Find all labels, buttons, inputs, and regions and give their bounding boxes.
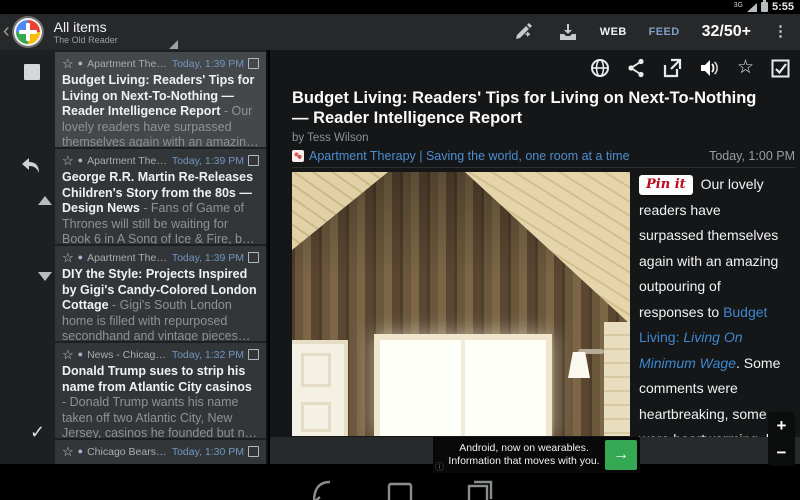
view-mode-web-button[interactable]: WEB [600, 26, 627, 38]
article-timestamp: Today, 1:00 PM [709, 149, 795, 163]
star-icon[interactable]: ☆ [737, 58, 754, 77]
mark-all-read-icon[interactable]: ✓ [30, 422, 45, 443]
feed-selector[interactable]: All items The Old Reader [53, 18, 178, 49]
item-feed-name: News - Chicago Tribune [87, 348, 168, 361]
feed-row: Apartment Therapy | Saving the world, on… [292, 149, 795, 168]
item-summary: George R.R. Martin Re-Releases Children'… [62, 170, 254, 244]
article-list: ☆ ● Apartment Therapy | Saving t... Toda… [55, 50, 268, 464]
ad-info-icon[interactable]: ⓘ [435, 463, 444, 472]
reading-pane: ☆ Budget Living: Readers' Tips for Livin… [270, 50, 800, 498]
item-timestamp: Today, 1:39 PM [171, 154, 244, 167]
list-item[interactable]: ☆ ● News - Chicago Tribune Today, 1:32 P… [55, 343, 266, 438]
next-article-icon[interactable] [38, 272, 52, 281]
unread-dot-icon: ● [77, 446, 84, 456]
account-subtitle: The Old Reader [53, 34, 118, 45]
app-toolbar: ‹ All items The Old Reader WEB FEED 32/5… [0, 14, 800, 50]
item-checkbox[interactable] [248, 58, 259, 69]
spinner-dropdown-icon [168, 39, 178, 49]
article-byline: by Tess Wilson [292, 132, 369, 144]
page-title: All items [53, 18, 107, 35]
share-nodes-icon[interactable] [627, 58, 645, 78]
select-all-icon[interactable] [24, 64, 40, 80]
arrow-right-icon: → [613, 446, 629, 463]
status-bar: 3G 5:55 [0, 0, 800, 14]
item-timestamp: Today, 1:39 PM [171, 251, 244, 264]
system-nav-bar [0, 464, 800, 500]
overflow-menu-icon[interactable]: ⋮ [773, 24, 788, 39]
mark-previous-read-icon[interactable] [20, 156, 42, 181]
compose-icon[interactable] [514, 22, 536, 42]
star-icon[interactable]: ☆ [62, 57, 74, 70]
article-image[interactable] [292, 172, 630, 436]
star-icon[interactable]: ☆ [62, 154, 74, 167]
feed-favicon [292, 150, 304, 162]
globe-icon[interactable] [590, 58, 610, 78]
zoom-in-button[interactable]: + [768, 412, 795, 439]
unread-dot-icon: ● [77, 58, 84, 68]
item-feed-name: Apartment Therapy | Saving t... [87, 251, 168, 264]
star-icon[interactable]: ☆ [62, 251, 74, 264]
unread-dot-icon: ● [77, 349, 84, 359]
item-summary: DIY the Style: Projects Inspired by Gigi… [62, 267, 257, 341]
speaker-icon[interactable] [699, 58, 720, 78]
export-icon[interactable] [662, 58, 682, 78]
unread-count-button[interactable]: 32/50+ [702, 23, 751, 41]
reading-pane-toolbar: ☆ [270, 50, 800, 86]
view-mode-feed-button[interactable]: FEED [649, 26, 680, 38]
pinterest-button[interactable]: Pin it [639, 175, 693, 195]
star-icon[interactable]: ☆ [62, 348, 74, 361]
app-logo-icon[interactable] [11, 16, 44, 48]
ad-banner[interactable]: ⓘ Android, now on wearables. Information… [433, 437, 640, 473]
feed-link[interactable]: Apartment Therapy | Saving the world, on… [309, 149, 709, 163]
list-item[interactable]: ☆ ● Apartment Therapy | Saving t... Toda… [55, 52, 266, 147]
item-feed-name: Chicago Bears : News [87, 445, 168, 458]
previous-article-icon[interactable] [38, 196, 52, 205]
item-checkbox[interactable] [248, 446, 259, 457]
article-title: Budget Living: Readers' Tips for Living … [292, 89, 757, 127]
action-rail: ✓ [0, 50, 55, 464]
ad-cta-button[interactable]: → [605, 440, 637, 470]
list-item[interactable]: ☆ ● Apartment Therapy | Saving t... Toda… [55, 246, 266, 341]
ad-text: Android, now on wearables. Information t… [448, 442, 600, 467]
item-checkbox[interactable] [248, 252, 259, 263]
item-timestamp: Today, 1:32 PM [171, 348, 244, 361]
nav-home-icon[interactable] [386, 478, 414, 500]
item-checkbox[interactable] [248, 349, 259, 360]
back-chevron-icon[interactable]: ‹ [0, 20, 12, 45]
item-feed-name: Apartment Therapy | Saving t... [87, 57, 168, 70]
status-clock: 5:55 [771, 1, 794, 13]
item-feed-name: Apartment Therapy | Saving t... [87, 154, 168, 167]
item-timestamp: Today, 1:39 PM [171, 57, 244, 70]
item-timestamp: Today, 1:30 PM [171, 445, 244, 458]
nav-back-icon[interactable] [308, 478, 334, 500]
zoom-controls: + − [768, 412, 795, 466]
list-item[interactable]: ☆ ● Apartment Therapy | Saving t... Toda… [55, 149, 266, 244]
network-type-label: 3G [733, 1, 743, 9]
item-checkbox[interactable] [248, 155, 259, 166]
download-icon[interactable] [558, 23, 578, 41]
battery-icon [760, 0, 768, 12]
check-square-icon[interactable] [771, 59, 790, 78]
nav-recents-icon[interactable] [466, 478, 494, 500]
list-item[interactable]: ☆ ● Chicago Bears : News Today, 1:30 PM [55, 440, 266, 464]
screen: 3G 5:55 ‹ All items The Old Reader WEB F… [0, 0, 800, 500]
signal-icon [746, 2, 757, 12]
zoom-out-button[interactable]: − [768, 439, 795, 466]
item-summary: Budget Living: Readers' Tips for Living … [62, 73, 255, 147]
item-summary: Donald Trump sues to strip his name from… [62, 364, 252, 438]
star-icon[interactable]: ☆ [62, 445, 74, 458]
unread-dot-icon: ● [77, 252, 84, 262]
unread-dot-icon: ● [77, 155, 84, 165]
